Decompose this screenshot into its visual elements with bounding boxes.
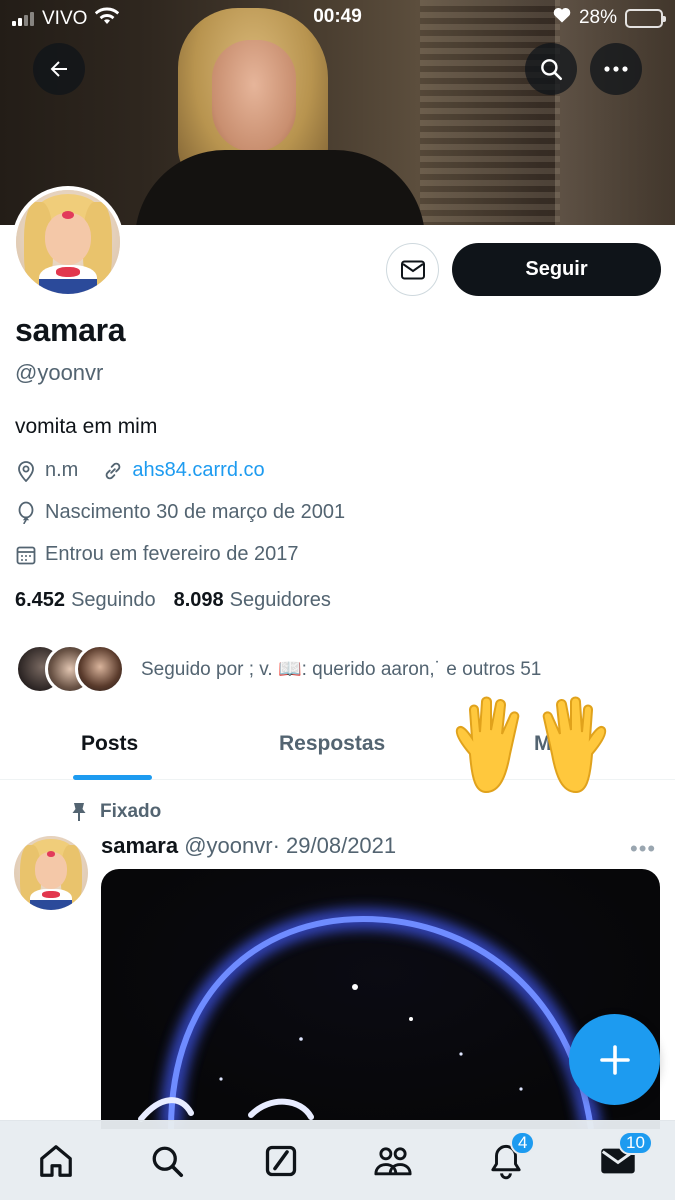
birthday-text: Nascimento 30 de março de 2001 — [45, 501, 346, 523]
home-icon — [40, 1145, 72, 1177]
more-options-button[interactable] — [590, 43, 642, 95]
back-button[interactable] — [33, 43, 85, 95]
more-horizontal-icon — [604, 66, 628, 72]
balloon-icon — [15, 501, 37, 524]
post-author-name[interactable]: samara — [101, 833, 178, 858]
grok-icon — [265, 1145, 297, 1177]
compose-post-button[interactable] — [569, 1014, 660, 1105]
post-author-avatar[interactable] — [14, 836, 88, 910]
followers-label: Seguidores — [229, 589, 331, 611]
post-header: samara @yoonvr· 29/08/2021 — [101, 833, 396, 859]
following-count: 6.452 — [15, 589, 66, 611]
follow-stats: 6.452 Seguindo 8.098 Seguidores — [15, 589, 331, 612]
mail-icon — [400, 260, 425, 279]
location-and-website: n.m ahs84.carrd.co — [15, 459, 265, 482]
heart-icon — [553, 7, 571, 29]
nav-home[interactable] — [34, 1139, 78, 1183]
post-author-handle[interactable]: @yoonvr — [184, 833, 272, 858]
calendar-icon — [15, 544, 37, 566]
battery-icon — [625, 8, 666, 28]
website-link[interactable]: ahs84.carrd.co — [132, 459, 264, 482]
nav-communities[interactable] — [371, 1139, 415, 1183]
pinned-indicator: Fixado — [68, 801, 161, 823]
follow-button[interactable]: Seguir — [452, 243, 661, 296]
post-media[interactable] — [101, 869, 660, 1129]
profile-avatar[interactable] — [12, 186, 124, 298]
message-button[interactable] — [386, 243, 439, 296]
notifications-badge: 4 — [510, 1131, 536, 1155]
bottom-navigation: 4 10 — [0, 1120, 675, 1200]
avatar-image — [14, 836, 88, 910]
following-stat[interactable]: 6.452 Seguindo — [15, 589, 156, 612]
follower-avatar — [75, 644, 125, 694]
pin-icon — [68, 802, 90, 822]
location-pin-icon — [15, 460, 37, 482]
post-more-button[interactable]: ••• — [630, 836, 656, 862]
link-icon — [102, 460, 124, 482]
birthday-row: Nascimento 30 de março de 2001 — [15, 501, 345, 524]
location-text: n.m — [45, 459, 79, 481]
communities-icon — [374, 1147, 412, 1176]
post-date[interactable]: 29/08/2021 — [286, 833, 396, 858]
bio-text: vomita em mim — [15, 415, 158, 438]
status-bar: VIVO 00:49 28% — [0, 0, 675, 36]
search-icon — [152, 1146, 184, 1178]
nav-grok[interactable] — [259, 1139, 303, 1183]
nav-search[interactable] — [145, 1139, 189, 1183]
battery-percent: 28% — [578, 7, 617, 28]
active-tab-indicator — [73, 775, 152, 780]
display-name: samara — [15, 312, 126, 348]
followers-count: 8.098 — [173, 589, 224, 611]
joined-row: Entrou em fevereiro de 2017 — [15, 543, 299, 566]
status-right: 28% — [553, 7, 666, 29]
following-label: Seguindo — [71, 589, 156, 611]
arrow-left-icon — [50, 61, 67, 77]
post-media-image — [138, 907, 602, 1129]
followers-stat[interactable]: 8.098 Seguidores — [174, 589, 331, 612]
tab-replies[interactable]: Respostas — [279, 732, 385, 756]
user-handle: @yoonvr — [15, 360, 104, 385]
avatar-image — [16, 190, 120, 294]
search-icon — [541, 59, 563, 81]
pinned-label: Fixado — [100, 801, 162, 822]
banner-person-face — [212, 40, 296, 152]
banner-person-dress — [135, 150, 425, 225]
followed-by-text: Seguido por ; v. 📖: querido aaron,˙ e ou… — [141, 659, 542, 680]
post-separator: · — [272, 833, 280, 858]
nav-notifications[interactable]: 4 — [484, 1131, 536, 1183]
followed-by-row[interactable]: Seguido por ; v. 📖: querido aaron,˙ e ou… — [15, 644, 541, 694]
tab-posts[interactable]: Posts — [81, 732, 138, 756]
nav-messages[interactable]: 10 — [596, 1131, 653, 1183]
plus-icon — [599, 1044, 630, 1075]
search-button[interactable] — [525, 43, 577, 95]
raising-hands-sticker — [446, 694, 620, 796]
messages-badge: 10 — [618, 1131, 653, 1155]
joined-text: Entrou em fevereiro de 2017 — [45, 543, 299, 565]
